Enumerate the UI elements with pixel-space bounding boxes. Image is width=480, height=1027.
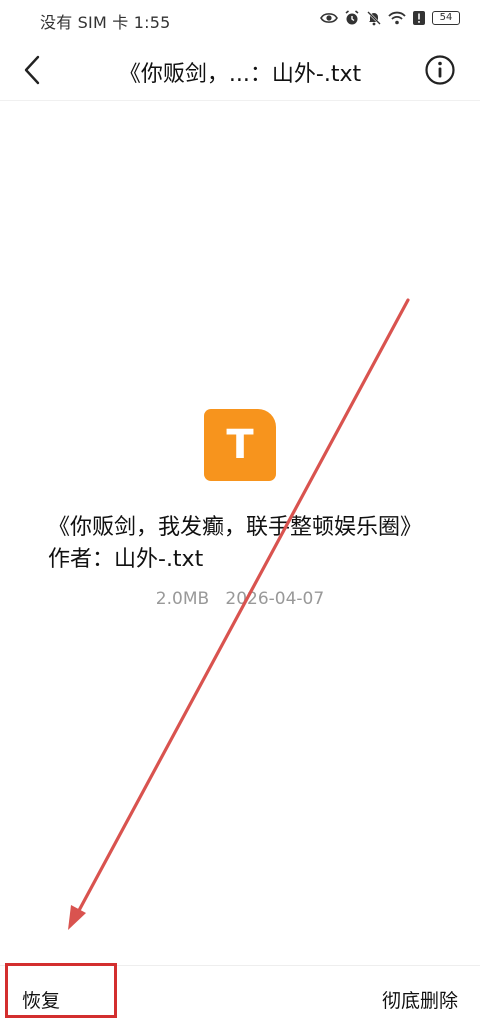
alarm-icon <box>345 10 359 25</box>
status-carrier-time: 没有 SIM 卡 1:55 <box>40 13 171 32</box>
info-button[interactable] <box>422 52 458 88</box>
header: 《你贩剑，...：山外-.txt <box>0 40 480 100</box>
eye-icon <box>320 13 338 23</box>
battery-icon: 54 <box>432 11 460 25</box>
chevron-left-icon <box>24 55 40 85</box>
battery-level: 54 <box>439 12 453 23</box>
permanent-delete-button[interactable]: 彻底删除 <box>382 986 458 1013</box>
header-divider <box>0 100 480 101</box>
file-name: 《你贩剑，我发癫，联手整顿娱乐圈》作者：山外-.txt <box>48 515 423 572</box>
back-button[interactable] <box>14 50 50 90</box>
status-bar: 没有 SIM 卡 1:55 54 <box>0 0 480 36</box>
restore-highlight-box <box>5 963 117 1018</box>
txt-file-icon: T <box>204 409 276 481</box>
file-icon-letter: T <box>226 422 254 468</box>
info-icon <box>425 55 455 85</box>
mute-bell-icon <box>367 11 381 26</box>
file-meta: 2.0MB 2026-04-07 <box>0 589 480 609</box>
status-icons: 54 <box>320 8 460 28</box>
file-size: 2.0MB <box>155 589 210 609</box>
recycle-file-detail-screen: 没有 SIM 卡 1:55 54 《你贩剑，...：山外-.txt T 《你贩剑… <box>0 0 480 1027</box>
alert-icon <box>413 11 425 25</box>
wifi-icon <box>388 11 406 25</box>
page-title: 《你贩剑，...：山外-.txt <box>118 62 362 87</box>
file-date: 2026-04-07 <box>225 589 325 609</box>
